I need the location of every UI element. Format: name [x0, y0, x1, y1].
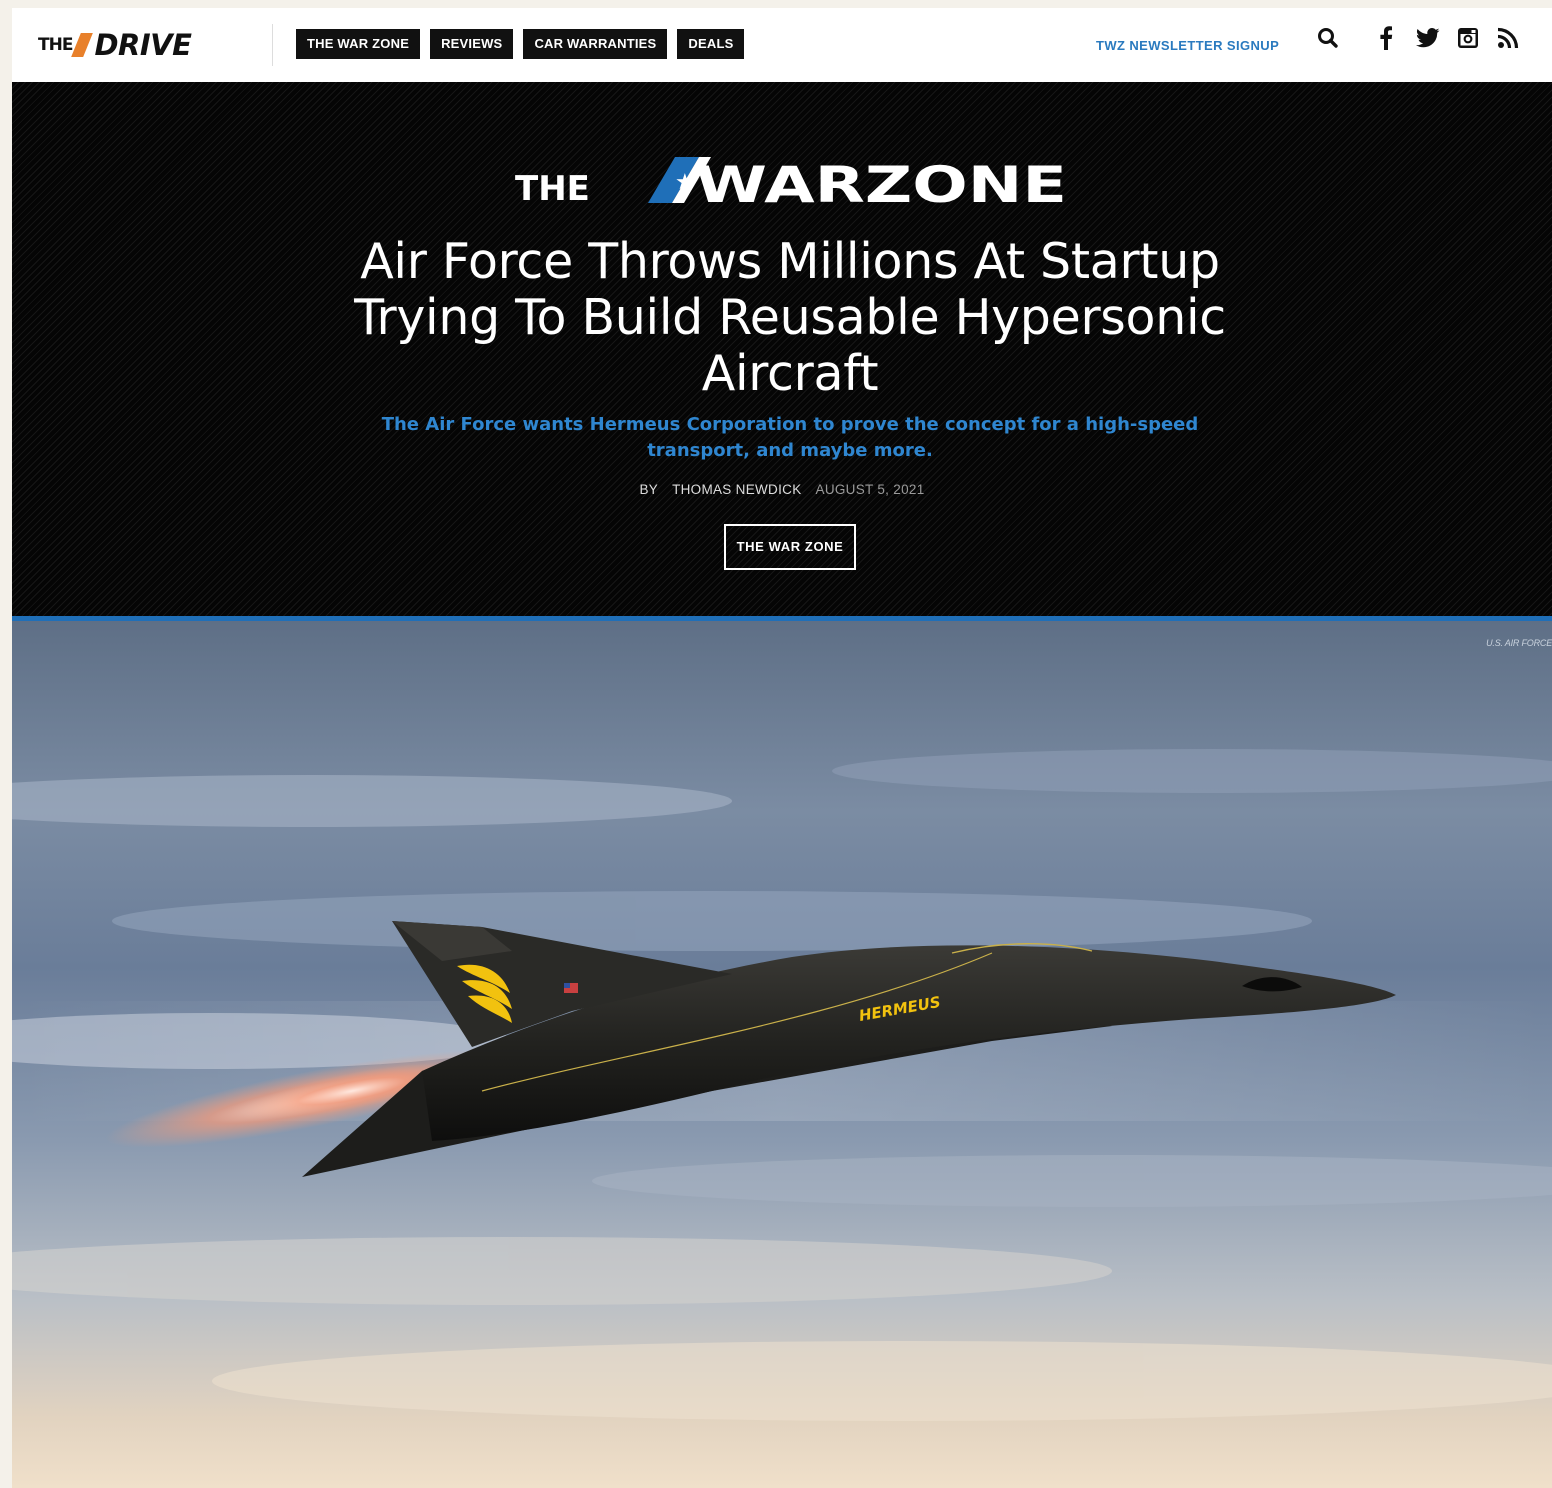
- byline: BY THOMAS NEWDICK AUGUST 5, 2021: [12, 482, 1552, 497]
- logo-drive-text: DRIVE: [94, 28, 192, 62]
- publish-date: AUGUST 5, 2021: [815, 482, 925, 497]
- category-tag-button[interactable]: THE WAR ZONE: [724, 524, 856, 570]
- facebook-icon[interactable]: [1372, 24, 1400, 52]
- author-link[interactable]: THOMAS NEWDICK: [672, 482, 801, 497]
- star-icon: ★: [675, 170, 695, 195]
- article-hero: THE ★ WARZONE Air Force Throws Millions …: [12, 82, 1552, 621]
- hero-image: HERMEUS U.S. AIR FORCE: [12, 621, 1552, 1488]
- search-icon[interactable]: [1314, 24, 1342, 52]
- nav-car-warranties[interactable]: CAR WARRANTIES: [523, 29, 668, 59]
- article-dek: The Air Force wants Hermeus Corporation …: [381, 414, 1199, 461]
- photo-credit: U.S. AIR FORCE: [1486, 638, 1552, 648]
- rss-icon[interactable]: [1494, 24, 1522, 52]
- instagram-icon[interactable]: [1454, 24, 1482, 52]
- logo-slash: [71, 33, 94, 57]
- nav-the-war-zone[interactable]: THE WAR ZONE: [296, 29, 421, 59]
- nav-deals[interactable]: DEALS: [677, 29, 745, 59]
- warzone-logo-warzone: WARZONE: [695, 156, 1067, 206]
- hypersonic-aircraft-illustration: HERMEUS: [12, 749, 1552, 1421]
- newsletter-signup-link[interactable]: TWZ NEWSLETTER SIGNUP: [1096, 38, 1279, 53]
- twitter-icon[interactable]: [1414, 24, 1442, 52]
- primary-nav: THE WAR ZONE REVIEWS CAR WARRANTIES DEAL…: [296, 29, 745, 59]
- header-divider: [272, 24, 273, 66]
- logo-the-text: THE: [38, 35, 73, 55]
- site-header: THE DRIVE THE WAR ZONE REVIEWS CAR WARRA…: [12, 8, 1552, 82]
- byline-by: BY: [639, 482, 659, 497]
- article-headline: Air Force Throws Millions At Startup Try…: [354, 233, 1226, 402]
- the-warzone-logo[interactable]: THE ★ WARZONE: [515, 154, 1069, 206]
- warzone-logo-the: THE: [515, 169, 590, 206]
- header-icons: [1314, 24, 1522, 52]
- the-drive-logo[interactable]: THE DRIVE: [38, 28, 192, 62]
- nav-reviews[interactable]: REVIEWS: [430, 29, 514, 59]
